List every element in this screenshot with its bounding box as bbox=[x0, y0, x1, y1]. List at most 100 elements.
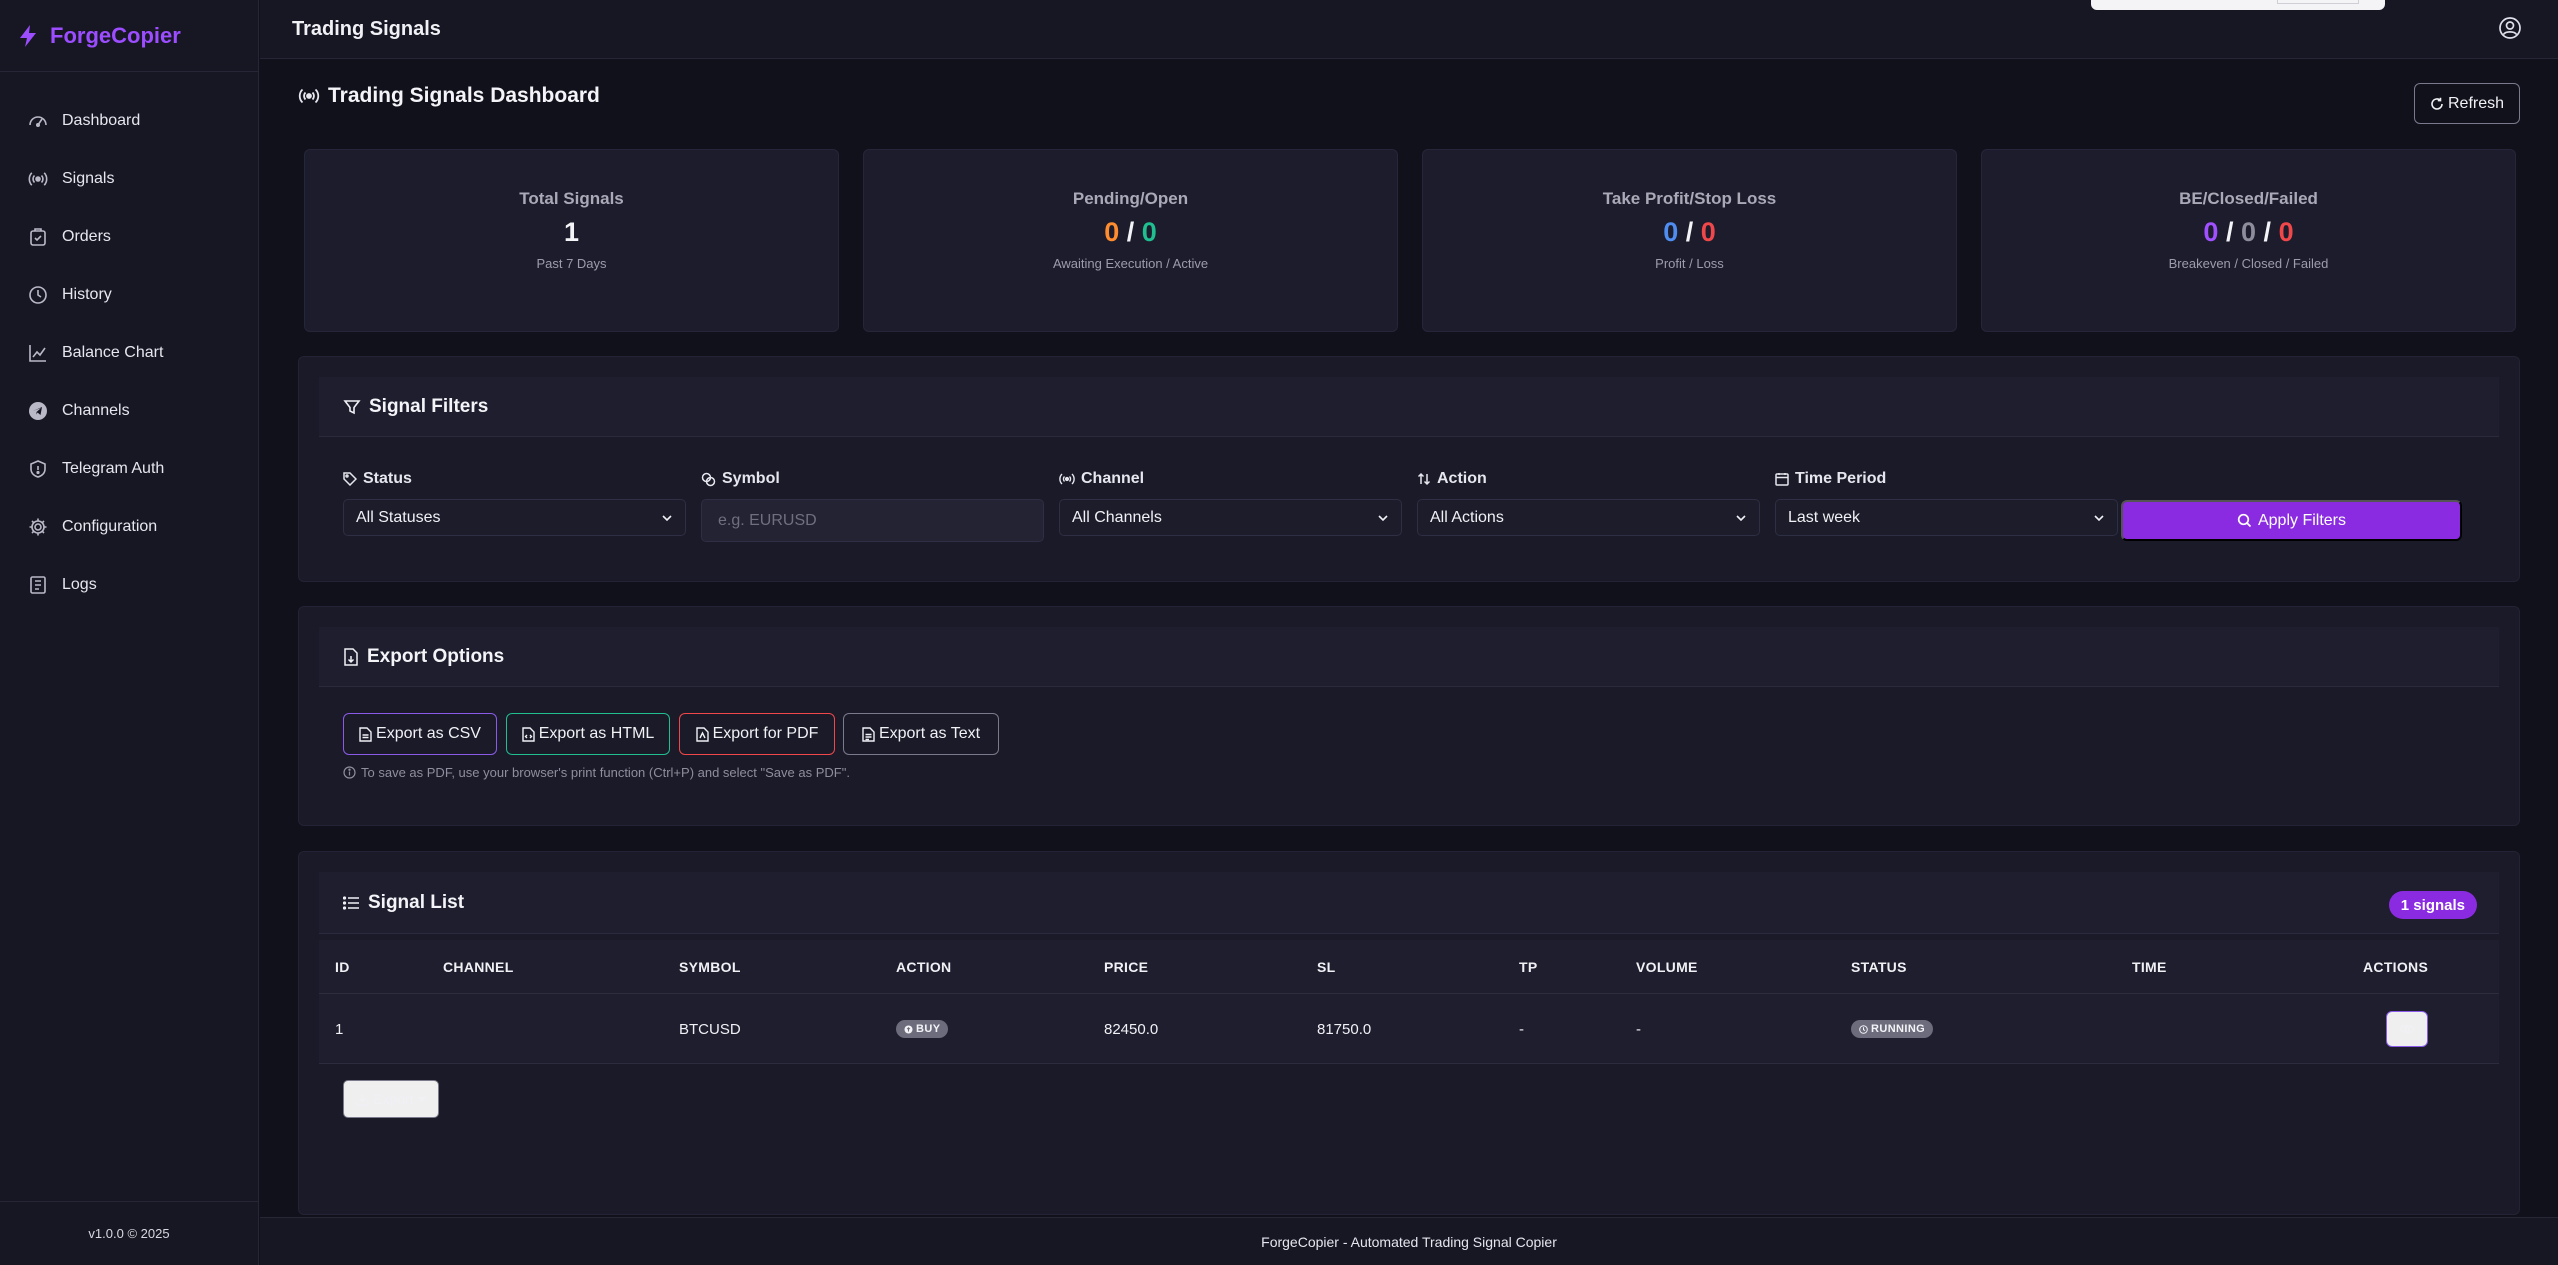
sidebar-item-dashboard[interactable]: Dashboard bbox=[0, 92, 258, 150]
export-text-button[interactable]: Export as Text bbox=[843, 713, 999, 755]
symbol-input[interactable]: e.g. EURUSD bbox=[701, 499, 1044, 542]
pending-count: 0 bbox=[1104, 217, 1120, 247]
column-header[interactable]: VOLUME bbox=[1636, 940, 1698, 994]
action-select[interactable]: All Actions bbox=[1417, 499, 1760, 536]
calendar-icon bbox=[1775, 472, 1789, 486]
column-header[interactable]: TP bbox=[1519, 940, 1538, 994]
stat-label: Total Signals bbox=[519, 189, 624, 208]
view-signal-button[interactable] bbox=[2386, 1011, 2428, 1047]
brand[interactable]: ForgeCopier bbox=[0, 0, 258, 72]
stat-value: 0 / 0 / 0 bbox=[1982, 217, 2515, 248]
filter-icon bbox=[343, 398, 361, 416]
export-header: Export Options bbox=[319, 627, 2499, 687]
column-header[interactable]: SL bbox=[1317, 940, 1336, 994]
column-header[interactable]: ACTION bbox=[896, 940, 951, 994]
telegram-icon bbox=[28, 401, 48, 421]
status-filter: Status All Statuses bbox=[343, 469, 686, 536]
filters-header: Signal Filters bbox=[319, 377, 2499, 437]
column-header[interactable]: TIME bbox=[2132, 940, 2167, 994]
separator: / bbox=[1126, 217, 1135, 247]
footer: ForgeCopier - Automated Trading Signal C… bbox=[260, 1217, 2558, 1265]
stat-label: Pending/Open bbox=[1072, 189, 1189, 208]
shield-icon bbox=[28, 459, 48, 479]
sidebar: ForgeCopier Dashboard Signals Orders His… bbox=[0, 0, 259, 1265]
signal-list-panel: Signal List 1 signals ID CHANNEL SYMBOL … bbox=[298, 851, 2520, 1215]
broadcast-icon bbox=[28, 169, 48, 189]
signal-list-header: Signal List bbox=[319, 872, 2499, 934]
refresh-icon bbox=[2430, 97, 2444, 111]
column-header[interactable]: ID bbox=[335, 940, 350, 994]
table-row[interactable]: 1 BTCUSD BUY 82450.0 81750.0 - - RUNNING bbox=[319, 994, 2499, 1064]
stat-sub: Awaiting Execution / Active bbox=[1052, 256, 1209, 271]
sidebar-item-logs[interactable]: Logs bbox=[0, 556, 258, 614]
column-header[interactable]: CHANNEL bbox=[443, 940, 514, 994]
circle-arrow-icon bbox=[904, 1025, 913, 1034]
sidebar-item-history[interactable]: History bbox=[0, 266, 258, 324]
main-content: Trading Signals Dashboard Refresh Total … bbox=[260, 60, 2558, 1217]
topbar-title: Trading Signals bbox=[292, 17, 441, 40]
coins-icon bbox=[701, 472, 716, 487]
export-html-button[interactable]: Export as HTML bbox=[506, 713, 670, 755]
search-icon bbox=[2237, 513, 2252, 528]
refresh-button[interactable]: Refresh bbox=[2414, 83, 2520, 124]
page-title-text: Trading Signals Dashboard bbox=[328, 84, 600, 107]
sidebar-item-label: Balance Chart bbox=[62, 344, 164, 361]
signal-count-badge: 1 signals bbox=[2388, 891, 2477, 919]
cell-status: RUNNING bbox=[1851, 994, 1934, 1064]
status-select[interactable]: All Statuses bbox=[343, 499, 686, 536]
stat-label: BE/Closed/Failed bbox=[2179, 189, 2318, 208]
chevron-down-icon bbox=[1377, 514, 1389, 522]
sidebar-item-telegram-auth[interactable]: Telegram Auth bbox=[0, 440, 258, 498]
column-header[interactable]: PRICE bbox=[1104, 940, 1148, 994]
action-label: Action bbox=[1417, 469, 1760, 489]
sidebar-item-orders[interactable]: Orders bbox=[0, 208, 258, 266]
separator: / bbox=[2225, 217, 2234, 247]
chevron-down-icon bbox=[2093, 514, 2105, 522]
sidebar-item-label: Channels bbox=[62, 402, 130, 419]
overlay-popup bbox=[2091, 0, 2385, 10]
chart-line-icon bbox=[28, 343, 48, 363]
export-dropdown-button[interactable]: Export bbox=[343, 1080, 439, 1118]
table-header: ID CHANNEL SYMBOL ACTION PRICE SL TP VOL… bbox=[319, 940, 2499, 994]
signal-list-title: Signal List bbox=[368, 891, 465, 913]
journal-icon bbox=[28, 575, 48, 595]
file-text-icon bbox=[862, 726, 875, 742]
export-pdf-button[interactable]: Export for PDF bbox=[679, 713, 835, 755]
clock-icon bbox=[28, 285, 48, 305]
chevron-down-icon bbox=[1735, 514, 1747, 522]
page-title: Trading Signals Dashboard bbox=[298, 84, 600, 108]
tp-count: 0 bbox=[1663, 217, 1679, 247]
sidebar-item-channels[interactable]: Channels bbox=[0, 382, 258, 440]
column-header[interactable]: STATUS bbox=[1851, 940, 1907, 994]
open-count: 0 bbox=[1141, 217, 1157, 247]
channel-filter: Channel All Channels bbox=[1059, 469, 1402, 536]
sidebar-item-label: Configuration bbox=[62, 518, 158, 535]
eye-icon bbox=[2399, 1023, 2415, 1035]
closed-count: 0 bbox=[2240, 217, 2257, 247]
export-panel: Export Options Export as CSV Export as H… bbox=[298, 606, 2520, 826]
sidebar-item-signals[interactable]: Signals bbox=[0, 150, 258, 208]
stat-label: Take Profit/Stop Loss bbox=[1602, 189, 1777, 208]
user-icon[interactable] bbox=[2498, 16, 2522, 40]
export-hint: To save as PDF, use your browser's print… bbox=[343, 765, 850, 780]
sidebar-nav: Dashboard Signals Orders History Balance… bbox=[0, 72, 258, 614]
status-badge: RUNNING bbox=[1851, 1020, 1934, 1038]
apply-filters-button[interactable]: Apply Filters bbox=[2121, 500, 2462, 541]
channel-select[interactable]: All Channels bbox=[1059, 499, 1402, 536]
broadcast-icon bbox=[1059, 472, 1075, 486]
time-label: Time Period bbox=[1775, 469, 2118, 489]
broadcast-icon bbox=[298, 86, 320, 106]
list-icon bbox=[343, 895, 360, 910]
gear-icon bbox=[28, 517, 48, 537]
sidebar-item-configuration[interactable]: Configuration bbox=[0, 498, 258, 556]
export-csv-button[interactable]: Export as CSV bbox=[343, 713, 497, 755]
column-header[interactable]: SYMBOL bbox=[679, 940, 741, 994]
filters-title: Signal Filters bbox=[369, 395, 489, 417]
brand-name: ForgeCopier bbox=[50, 22, 181, 48]
sidebar-item-balance-chart[interactable]: Balance Chart bbox=[0, 324, 258, 382]
dashboard-icon bbox=[28, 111, 48, 131]
time-select[interactable]: Last week bbox=[1775, 499, 2118, 536]
tag-icon bbox=[343, 472, 357, 486]
orders-icon bbox=[28, 227, 48, 247]
cell-symbol: BTCUSD bbox=[679, 1020, 741, 1038]
